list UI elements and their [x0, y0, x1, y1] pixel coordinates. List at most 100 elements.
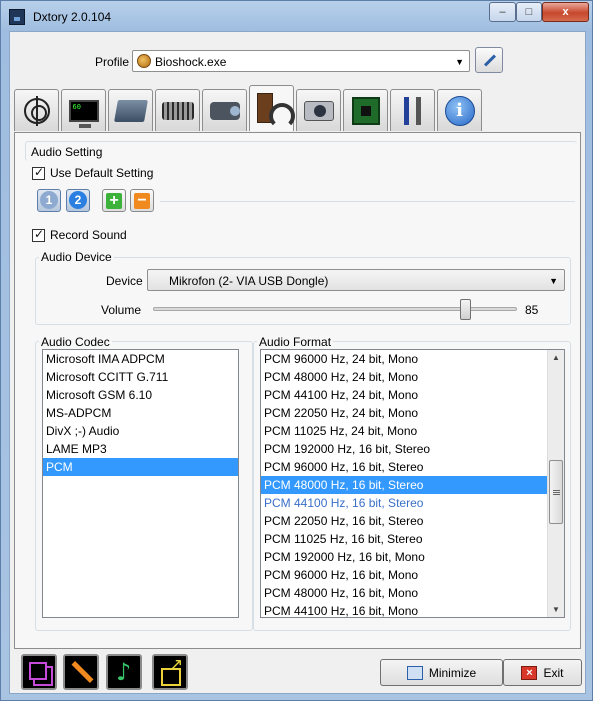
record-sound-checkbox[interactable] — [32, 227, 45, 242]
device-dropdown[interactable]: Mikrofon (2- VIA USB Dongle) ▼ — [147, 269, 565, 291]
audio-codec-list[interactable]: Microsoft IMA ADPCM Microsoft CCITT G.711… — [42, 349, 239, 618]
app-window: Dxtory 2.0.104 – □ x Profile Bioshock.ex… — [0, 0, 593, 701]
volume-slider-thumb[interactable] — [460, 299, 471, 320]
client-area: Profile Bioshock.exe ▼ i Audio Setting U… — [9, 31, 586, 694]
use-default-checkbox[interactable] — [32, 165, 45, 180]
tab-info[interactable]: i — [437, 89, 482, 131]
codec-item[interactable]: DivX ;-) Audio — [43, 422, 238, 440]
remove-source-button[interactable]: − — [130, 189, 154, 212]
exit-icon: × — [521, 665, 538, 680]
audio-codec-label: Audio Codec — [39, 335, 112, 349]
format-item[interactable]: PCM 96000 Hz, 16 bit, Stereo — [261, 458, 548, 476]
volume-slider[interactable] — [153, 299, 517, 320]
device-label: Device — [106, 274, 143, 288]
profile-dropdown[interactable]: Bioshock.exe ▼ — [132, 50, 470, 72]
dropdown-arrow-icon: ▼ — [455, 57, 464, 67]
audio-setting-label: Audio Setting — [29, 145, 105, 159]
codec-item[interactable]: PCM — [43, 458, 238, 476]
volume-value: 85 — [525, 303, 539, 317]
audio-format-scrollbar[interactable]: ▲ ▼ — [547, 350, 564, 617]
grip-icon — [553, 492, 560, 493]
tab-audio[interactable] — [249, 85, 295, 131]
format-item[interactable]: PCM 44100 Hz, 24 bit, Mono — [261, 386, 548, 404]
record-sound-label: Record Sound — [50, 228, 127, 242]
format-item[interactable]: PCM 11025 Hz, 24 bit, Mono — [261, 422, 548, 440]
edit-profile-button[interactable] — [475, 47, 503, 73]
codec-item[interactable]: LAME MP3 — [43, 440, 238, 458]
settings-mode-icon[interactable] — [63, 654, 99, 690]
format-item[interactable]: PCM 44100 Hz, 16 bit, Mono — [261, 602, 548, 617]
format-item[interactable]: PCM 22050 Hz, 16 bit, Stereo — [261, 512, 548, 530]
tab-folder[interactable] — [108, 89, 153, 131]
camcorder-icon — [209, 101, 240, 120]
audio-format-list[interactable]: PCM 96000 Hz, 24 bit, Mono PCM 48000 Hz, … — [260, 349, 565, 618]
audio-panel: Audio Setting Use Default Setting 1 2 + … — [14, 132, 581, 649]
profile-value: Bioshock.exe — [155, 55, 227, 69]
export-icon[interactable] — [152, 654, 188, 690]
format-item[interactable]: PCM 192000 Hz, 16 bit, Mono — [261, 548, 548, 566]
format-item[interactable]: PCM 48000 Hz, 16 bit, Stereo — [261, 476, 548, 494]
plus-icon: + — [106, 193, 122, 209]
title-bar[interactable]: Dxtory 2.0.104 – □ x — [1, 1, 592, 31]
format-item[interactable]: PCM 192000 Hz, 16 bit, Stereo — [261, 440, 548, 458]
camera-icon — [303, 100, 334, 121]
tab-advanced[interactable] — [343, 89, 388, 131]
tab-target[interactable] — [14, 89, 59, 131]
codec-item[interactable]: MS-ADPCM — [43, 404, 238, 422]
scroll-up-icon[interactable]: ▲ — [552, 353, 560, 362]
audio-format-items: PCM 96000 Hz, 24 bit, Mono PCM 48000 Hz, … — [261, 350, 548, 617]
crosshair-icon — [23, 95, 50, 126]
profile-label: Profile — [95, 55, 130, 69]
tab-hotkey[interactable] — [155, 89, 200, 131]
bioshock-app-icon — [137, 54, 151, 68]
app-icon — [9, 9, 25, 25]
minimize-window-icon — [406, 665, 423, 680]
codec-item[interactable]: Microsoft IMA ADPCM — [43, 350, 238, 368]
format-item[interactable]: PCM 96000 Hz, 24 bit, Mono — [261, 350, 548, 368]
format-item[interactable]: PCM 96000 Hz, 16 bit, Mono — [261, 566, 548, 584]
tools-icon — [400, 96, 426, 125]
volume-label: Volume — [101, 303, 142, 317]
window-title: Dxtory 2.0.104 — [33, 10, 112, 24]
exit-button[interactable]: × Exit — [503, 659, 582, 686]
add-source-button[interactable]: + — [102, 189, 126, 212]
source-2-number: 2 — [69, 191, 87, 209]
source-2-button[interactable]: 2 — [66, 189, 90, 212]
device-value: Mikrofon (2- VIA USB Dongle) — [169, 274, 329, 288]
audio-format-label: Audio Format — [257, 335, 334, 349]
movie-mode-icon[interactable] — [21, 654, 57, 690]
audio-mode-icon[interactable] — [106, 654, 142, 690]
monitor-icon — [68, 99, 99, 128]
use-default-label: Use Default Setting — [50, 166, 154, 180]
chip-icon — [351, 96, 380, 125]
dropdown-arrow-icon: ▼ — [549, 276, 558, 286]
codec-item[interactable]: Microsoft GSM 6.10 — [43, 386, 238, 404]
tab-overlay[interactable] — [61, 89, 106, 131]
divider — [160, 201, 575, 202]
tab-screenshot[interactable] — [296, 89, 341, 131]
close-window-button[interactable]: x — [542, 2, 589, 22]
format-item[interactable]: PCM 48000 Hz, 16 bit, Mono — [261, 584, 548, 602]
folder-icon — [113, 99, 148, 122]
minimize-label: Minimize — [428, 665, 477, 680]
minimize-window-button[interactable]: – — [489, 2, 516, 22]
format-item[interactable]: PCM 44100 Hz, 16 bit, Stereo — [261, 494, 548, 512]
tab-movie[interactable] — [202, 89, 247, 131]
maximize-window-button[interactable]: □ — [516, 2, 542, 22]
scroll-down-icon[interactable]: ▼ — [552, 605, 560, 614]
codec-item[interactable]: Microsoft CCITT G.711 — [43, 368, 238, 386]
tab-bar: i — [14, 85, 484, 131]
scrollbar-thumb[interactable] — [549, 460, 563, 524]
tab-settings[interactable] — [390, 89, 435, 131]
format-item[interactable]: PCM 11025 Hz, 16 bit, Stereo — [261, 530, 548, 548]
pencil-icon — [483, 54, 497, 67]
keyboard-icon — [161, 101, 194, 120]
minus-icon: − — [134, 193, 150, 209]
exit-label: Exit — [543, 665, 564, 680]
format-item[interactable]: PCM 22050 Hz, 24 bit, Mono — [261, 404, 548, 422]
audio-setting-group — [25, 141, 577, 161]
format-item[interactable]: PCM 48000 Hz, 24 bit, Mono — [261, 368, 548, 386]
source-1-button[interactable]: 1 — [37, 189, 61, 212]
info-icon: i — [444, 95, 475, 126]
minimize-button[interactable]: Minimize — [380, 659, 503, 686]
